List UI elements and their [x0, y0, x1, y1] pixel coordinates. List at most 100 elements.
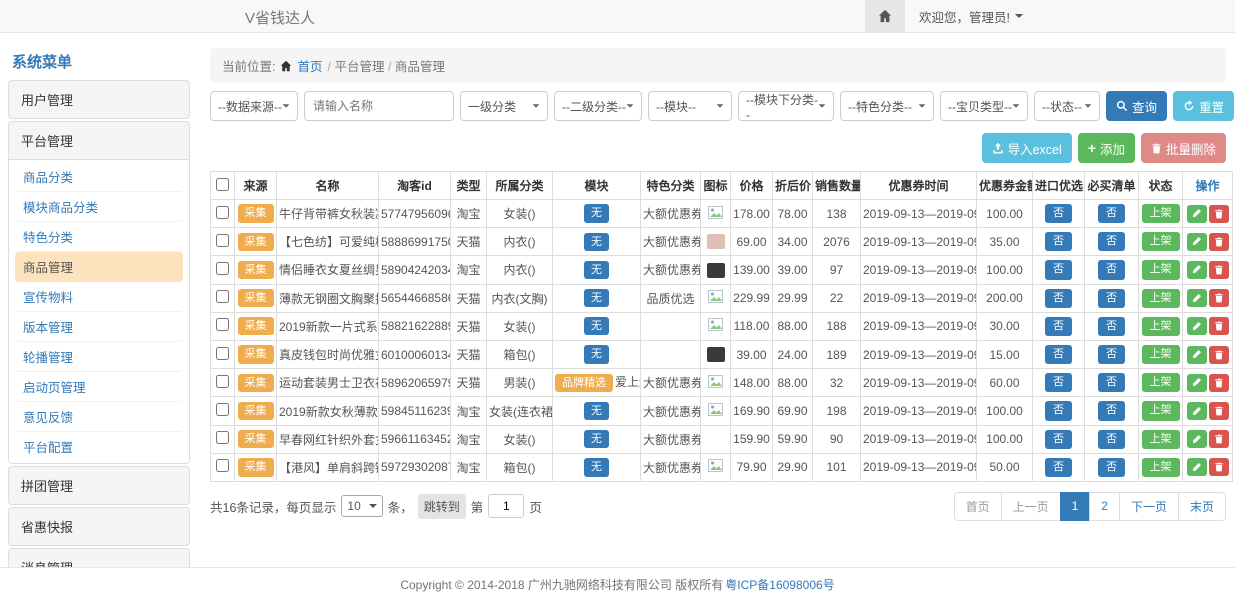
edit-button[interactable] — [1187, 233, 1207, 251]
add-button[interactable]: + 添加 — [1078, 133, 1135, 163]
delete-button[interactable] — [1209, 317, 1229, 335]
page-button-下一页[interactable]: 下一页 — [1119, 492, 1179, 521]
reset-button[interactable]: 重置 — [1173, 91, 1234, 121]
page-button-1[interactable]: 1 — [1060, 492, 1091, 521]
filter-select-宝贝类型[interactable]: --宝贝类型-- — [940, 91, 1028, 121]
import-select-toggle[interactable]: 否 — [1045, 260, 1072, 279]
import-select-toggle[interactable]: 否 — [1045, 317, 1072, 336]
status-toggle[interactable]: 上架 — [1142, 458, 1180, 477]
delete-button[interactable] — [1209, 233, 1229, 251]
sidebar-item-轮播管理[interactable]: 轮播管理 — [15, 342, 183, 372]
filter-select-一级分类[interactable]: 一级分类 — [460, 91, 548, 121]
edit-button[interactable] — [1187, 374, 1207, 392]
sidebar-group-用户管理[interactable]: 用户管理 — [9, 81, 189, 118]
page-button-上一页[interactable]: 上一页 — [1001, 492, 1061, 521]
status-toggle[interactable]: 上架 — [1142, 401, 1180, 420]
edit-button[interactable] — [1187, 205, 1207, 223]
sidebar-group-省惠快报[interactable]: 省惠快报 — [9, 508, 189, 545]
home-button[interactable] — [865, 0, 905, 32]
sidebar-group-平台管理[interactable]: 平台管理 — [9, 122, 189, 159]
filter-select-模块[interactable]: --模块-- — [648, 91, 732, 121]
sidebar-item-启动页管理[interactable]: 启动页管理 — [15, 372, 183, 402]
row-checkbox[interactable] — [216, 234, 229, 247]
import-select-toggle[interactable]: 否 — [1045, 401, 1072, 420]
import-excel-button[interactable]: 导入excel — [982, 133, 1072, 163]
status-toggle[interactable]: 上架 — [1142, 373, 1180, 392]
sidebar-item-商品分类[interactable]: 商品分类 — [15, 162, 183, 192]
row-checkbox[interactable] — [216, 375, 229, 388]
row-checkbox[interactable] — [216, 403, 229, 416]
edit-button[interactable] — [1187, 430, 1207, 448]
page-button-首页[interactable]: 首页 — [954, 492, 1002, 521]
jump-to-button[interactable]: 跳转到 — [418, 494, 466, 519]
sidebar-item-意见反馈[interactable]: 意见反馈 — [15, 402, 183, 432]
batch-delete-button[interactable]: 批量删除 — [1141, 133, 1226, 163]
filter-select-状态[interactable]: --状态-- — [1034, 91, 1100, 121]
must-buy-toggle[interactable]: 否 — [1098, 373, 1125, 392]
import-select-toggle[interactable]: 否 — [1045, 458, 1072, 477]
page-button-末页[interactable]: 末页 — [1178, 492, 1226, 521]
status-toggle[interactable]: 上架 — [1142, 317, 1180, 336]
delete-button[interactable] — [1209, 346, 1229, 364]
edit-button[interactable] — [1187, 402, 1207, 420]
delete-button[interactable] — [1209, 374, 1229, 392]
delete-button[interactable] — [1209, 205, 1229, 223]
status-toggle[interactable]: 上架 — [1142, 289, 1180, 308]
import-select-toggle[interactable]: 否 — [1045, 204, 1072, 223]
status-toggle[interactable]: 上架 — [1142, 204, 1180, 223]
sidebar-item-特色分类[interactable]: 特色分类 — [15, 222, 183, 252]
row-checkbox[interactable] — [216, 318, 229, 331]
import-select-toggle[interactable]: 否 — [1045, 232, 1072, 251]
must-buy-toggle[interactable]: 否 — [1098, 317, 1125, 336]
select-all-checkbox[interactable] — [216, 178, 229, 191]
user-menu[interactable]: 欢迎您，管理员! — [905, 7, 1037, 26]
filter-select-数据来源[interactable]: --数据来源-- — [210, 91, 298, 121]
must-buy-toggle[interactable]: 否 — [1098, 401, 1125, 420]
filter-select-特色分类[interactable]: --特色分类-- — [840, 91, 934, 121]
filter-select-二级分类[interactable]: --二级分类-- — [554, 91, 642, 121]
import-select-toggle[interactable]: 否 — [1045, 373, 1072, 392]
delete-button[interactable] — [1209, 261, 1229, 279]
sidebar-item-模块商品分类[interactable]: 模块商品分类 — [15, 192, 183, 222]
edit-button[interactable] — [1187, 458, 1207, 476]
row-checkbox[interactable] — [216, 459, 229, 472]
delete-button[interactable] — [1209, 289, 1229, 307]
search-name-input[interactable] — [304, 91, 454, 121]
filter-select-模块下分类[interactable]: --模块下分类-- — [738, 91, 834, 121]
edit-button[interactable] — [1187, 289, 1207, 307]
status-toggle[interactable]: 上架 — [1142, 232, 1180, 251]
edit-button[interactable] — [1187, 261, 1207, 279]
query-button[interactable]: 查询 — [1106, 91, 1167, 121]
sidebar-item-宣传物料[interactable]: 宣传物料 — [15, 282, 183, 312]
jump-page-input[interactable] — [488, 494, 524, 518]
edit-button[interactable] — [1187, 346, 1207, 364]
row-checkbox[interactable] — [216, 262, 229, 275]
breadcrumb-home-link[interactable]: 首页 — [297, 56, 322, 75]
must-buy-toggle[interactable]: 否 — [1098, 289, 1125, 308]
sidebar-group-拼团管理[interactable]: 拼团管理 — [9, 467, 189, 504]
status-toggle[interactable]: 上架 — [1142, 260, 1180, 279]
delete-button[interactable] — [1209, 458, 1229, 476]
import-select-toggle[interactable]: 否 — [1045, 345, 1072, 364]
edit-button[interactable] — [1187, 317, 1207, 335]
row-checkbox[interactable] — [216, 431, 229, 444]
delete-button[interactable] — [1209, 402, 1229, 420]
sidebar-item-平台配置[interactable]: 平台配置 — [15, 432, 183, 461]
status-toggle[interactable]: 上架 — [1142, 430, 1180, 449]
sidebar-item-商品管理[interactable]: 商品管理 — [15, 252, 183, 282]
page-button-2[interactable]: 2 — [1089, 492, 1120, 521]
must-buy-toggle[interactable]: 否 — [1098, 204, 1125, 223]
must-buy-toggle[interactable]: 否 — [1098, 458, 1125, 477]
import-select-toggle[interactable]: 否 — [1045, 289, 1072, 308]
must-buy-toggle[interactable]: 否 — [1098, 430, 1125, 449]
status-toggle[interactable]: 上架 — [1142, 345, 1180, 364]
row-checkbox[interactable] — [216, 206, 229, 219]
per-page-select[interactable]: 10 — [341, 495, 382, 517]
row-checkbox[interactable] — [216, 290, 229, 303]
must-buy-toggle[interactable]: 否 — [1098, 232, 1125, 251]
import-select-toggle[interactable]: 否 — [1045, 430, 1072, 449]
delete-button[interactable] — [1209, 430, 1229, 448]
row-checkbox[interactable] — [216, 347, 229, 360]
must-buy-toggle[interactable]: 否 — [1098, 260, 1125, 279]
must-buy-toggle[interactable]: 否 — [1098, 345, 1125, 364]
